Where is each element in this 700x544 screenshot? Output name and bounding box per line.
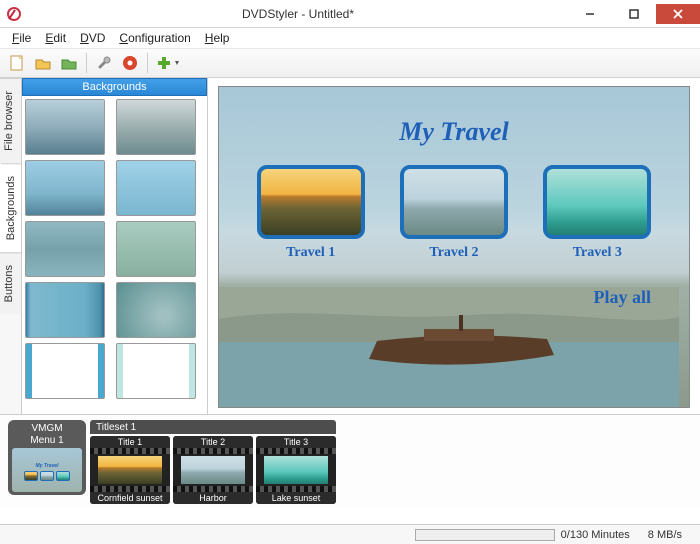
vmgm-menu-label: Menu 1 <box>11 435 83 447</box>
menubar: File Edit DVD Configuration Help <box>0 28 700 48</box>
toolbar <box>0 48 700 78</box>
backgrounds-gallery[interactable] <box>22 96 207 414</box>
vmgm-header: VMGM <box>11 423 83 435</box>
title-footer: Cornfield sunset <box>90 492 170 504</box>
timeline: VMGM Menu 1 My Travel Titleset 1 Title 1… <box>0 414 700 509</box>
statusbar: 0/130 Minutes 8 MB/s <box>0 524 700 544</box>
main-area: File browser Backgrounds Buttons Backgro… <box>0 78 700 414</box>
title-header: Title 2 <box>173 436 253 448</box>
background-thumb[interactable] <box>116 221 196 277</box>
menu-thumb[interactable] <box>400 165 508 239</box>
save-button[interactable] <box>58 52 80 74</box>
backgrounds-panel: Backgrounds <box>22 78 208 414</box>
background-thumb[interactable] <box>116 343 196 399</box>
add-button[interactable] <box>154 52 184 74</box>
background-thumb[interactable] <box>116 99 196 155</box>
menu-thumb[interactable] <box>543 165 651 239</box>
settings-button[interactable] <box>93 52 115 74</box>
title-header: Title 3 <box>256 436 336 448</box>
titleset-group: Titleset 1 Title 1 Cornfield sunset Titl… <box>90 420 336 504</box>
menu-help[interactable]: Help <box>199 29 236 47</box>
titlebar: DVDStyler - Untitled* <box>0 0 700 28</box>
app-icon <box>6 6 22 22</box>
status-bitrate: 8 MB/s <box>648 529 682 541</box>
open-button[interactable] <box>32 52 54 74</box>
menu-title[interactable]: My Travel <box>219 117 689 147</box>
filmstrip-icon <box>256 448 336 492</box>
background-thumb[interactable] <box>116 160 196 216</box>
play-all-button[interactable]: Play all <box>594 287 652 308</box>
tab-file-browser[interactable]: File browser <box>0 78 21 163</box>
filmstrip-icon <box>90 448 170 492</box>
tab-backgrounds[interactable]: Backgrounds <box>0 163 21 252</box>
vmgm-cell[interactable]: VMGM Menu 1 My Travel <box>8 420 86 495</box>
vmgm-group: VMGM Menu 1 My Travel <box>8 420 86 495</box>
menu-item-label[interactable]: Travel 1 <box>286 245 335 261</box>
menu-dvd[interactable]: DVD <box>74 29 111 47</box>
vmgm-thumb: My Travel <box>12 448 82 492</box>
menu-item-label[interactable]: Travel 2 <box>429 245 478 261</box>
tab-buttons[interactable]: Buttons <box>0 252 21 314</box>
menu-item-label[interactable]: Travel 3 <box>573 245 622 261</box>
title-footer: Lake sunset <box>256 492 336 504</box>
title-cell[interactable]: Title 2 Harbor <box>173 436 253 504</box>
menu-file[interactable]: File <box>6 29 37 47</box>
background-thumb[interactable] <box>25 343 105 399</box>
title-footer: Harbor <box>173 492 253 504</box>
menu-item[interactable]: Travel 1 <box>257 165 365 261</box>
toolbar-separator <box>86 53 87 73</box>
burn-button[interactable] <box>119 52 141 74</box>
menu-items: Travel 1 Travel 2 Travel 3 <box>219 165 689 261</box>
titleset-header[interactable]: Titleset 1 <box>90 420 336 434</box>
gallery-header: Backgrounds <box>22 78 207 96</box>
window-title: DVDStyler - Untitled* <box>28 7 568 21</box>
title-cell[interactable]: Title 1 Cornfield sunset <box>90 436 170 504</box>
title-header: Title 1 <box>90 436 170 448</box>
menu-configuration[interactable]: Configuration <box>113 29 196 47</box>
background-thumb[interactable] <box>25 282 105 338</box>
menu-thumb[interactable] <box>257 165 365 239</box>
menu-item[interactable]: Travel 2 <box>400 165 508 261</box>
maximize-button[interactable] <box>612 4 656 24</box>
filmstrip-icon <box>173 448 253 492</box>
side-tabs: File browser Backgrounds Buttons <box>0 78 22 414</box>
preview-wrap: My Travel Travel 1 Travel 2 Travel 3 Pla… <box>208 78 700 414</box>
title-cell[interactable]: Title 3 Lake sunset <box>256 436 336 504</box>
status-gauge <box>415 529 555 541</box>
close-button[interactable] <box>656 4 700 24</box>
background-thumb[interactable] <box>25 221 105 277</box>
background-thumb[interactable] <box>25 160 105 216</box>
menu-item[interactable]: Travel 3 <box>543 165 651 261</box>
new-button[interactable] <box>6 52 28 74</box>
background-thumb[interactable] <box>25 99 105 155</box>
minimize-button[interactable] <box>568 4 612 24</box>
menu-edit[interactable]: Edit <box>39 29 72 47</box>
dvd-menu-preview[interactable]: My Travel Travel 1 Travel 2 Travel 3 Pla… <box>218 86 690 408</box>
toolbar-separator <box>147 53 148 73</box>
background-thumb[interactable] <box>116 282 196 338</box>
status-duration: 0/130 Minutes <box>561 529 630 541</box>
